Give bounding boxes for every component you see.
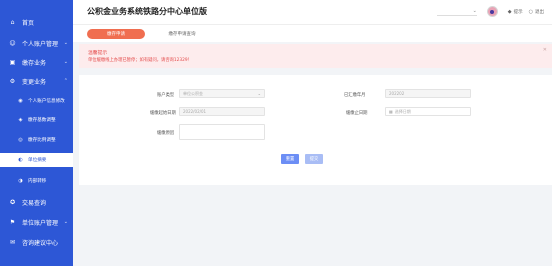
- chevron-down-icon: ⌄: [472, 7, 477, 14]
- sidebar-item-change[interactable]: ⚙ 变更业务 ⌃: [0, 74, 73, 88]
- unit-summary-icon: ◐: [18, 157, 23, 163]
- sidebar-item-ratio-adjust[interactable]: ◎ 缴存比例调整: [0, 134, 73, 146]
- sidebar-item-base-adjust[interactable]: ◈ 缴存基数调整: [0, 114, 73, 126]
- chevron-up-icon: ⌃: [63, 78, 68, 84]
- query-icon: ✪: [9, 198, 16, 206]
- calendar-icon: ▦: [389, 109, 393, 114]
- last-paid-label: 已汇缴年月: [344, 93, 366, 98]
- warning-text: 单位缓缴线上办理已暂停；如有疑问，请咨询12329！: [88, 58, 192, 63]
- sidebar-item-unit-summary[interactable]: ◐ 单位摘要: [0, 153, 73, 167]
- start-date-label: 缓缴起始日期: [150, 111, 176, 116]
- transfer-icon: ◑: [18, 178, 23, 184]
- consult-icon: ✉: [9, 238, 16, 246]
- user-select[interactable]: ⌄: [436, 7, 477, 16]
- last-paid-field: 202202: [385, 89, 471, 98]
- person-edit-icon: ◉: [18, 98, 23, 104]
- base-adjust-icon: ◈: [18, 117, 23, 123]
- sidebar-item-unit-account[interactable]: ⚑ 单位账户管理 ⌄: [0, 215, 73, 229]
- hint-button[interactable]: ◆ 提示: [508, 9, 523, 15]
- warning-alert: 温馨提示 单位缓缴线上办理已暂停；如有疑问，请咨询12329！ ✕: [79, 44, 552, 68]
- bell-icon: ◆: [507, 8, 512, 15]
- user-icon: ☺: [9, 39, 16, 47]
- top-header: 公积金业务系统铁路分中心单位版 ⌄ ◆ 提示 ○ 退出: [73, 0, 552, 24]
- app-title: 公积金业务系统铁路分中心单位版: [87, 7, 207, 16]
- deposit-form: 账户类型 单位公积金 ⌄ 已汇缴年月 202202 缓缴起始日期 2022/02…: [79, 75, 552, 185]
- end-date-label: 缓缴止日期: [346, 111, 368, 116]
- sidebar-item-person-edit[interactable]: ◉ 个人账户信息修改: [0, 95, 73, 107]
- chevron-down-icon: ⌄: [63, 219, 68, 225]
- chevron-down-icon: ⌄: [257, 91, 261, 96]
- account-type-label: 账户类型: [157, 93, 175, 98]
- ratio-adjust-icon: ◎: [18, 137, 23, 143]
- chevron-down-icon: ⌄: [63, 59, 68, 65]
- avatar[interactable]: [486, 6, 498, 17]
- sidebar-item-deposit[interactable]: ▣ 缴存业务 ⌄: [0, 55, 73, 69]
- logout-button[interactable]: ○ 退出: [529, 9, 544, 15]
- warning-title: 温馨提示: [88, 51, 108, 56]
- tab-bar: 缴存申请 缴存申请查询: [73, 24, 552, 42]
- deposit-icon: ▣: [9, 58, 16, 66]
- end-date-picker[interactable]: ▦ 选择日期: [385, 107, 471, 116]
- change-icon: ⚙: [9, 77, 16, 85]
- close-icon[interactable]: ✕: [543, 47, 547, 53]
- sidebar-item-personal-account[interactable]: ☺ 个人账户管理 ⌄: [0, 36, 73, 50]
- submit-button[interactable]: 提交: [305, 154, 323, 164]
- reason-textarea[interactable]: [179, 124, 265, 140]
- power-icon: ○: [528, 8, 533, 15]
- sidebar-item-query[interactable]: ✪ 交易查询: [0, 195, 73, 209]
- chevron-down-icon: ⌄: [63, 40, 68, 46]
- sidebar-item-transfer[interactable]: ◑ 内部转移: [0, 175, 73, 187]
- reset-button[interactable]: 重置: [281, 154, 299, 164]
- sidebar-item-consult[interactable]: ✉ 咨询建议中心: [0, 235, 73, 249]
- start-date-field: 2022/02/01: [179, 107, 265, 116]
- unit-account-icon: ⚑: [9, 218, 16, 226]
- account-type-select[interactable]: 单位公积金 ⌄: [179, 89, 265, 98]
- sidebar: ⌂ 首页 ☺ 个人账户管理 ⌄ ▣ 缴存业务 ⌄ ⚙ 变更业务 ⌃ ◉ 个人账户…: [0, 0, 73, 266]
- header-actions: ⌄ ◆ 提示 ○ 退出: [436, 6, 544, 17]
- home-icon: ⌂: [10, 18, 15, 26]
- tab-deposit-query[interactable]: 缴存申请查询: [153, 29, 211, 39]
- tab-deposit-apply[interactable]: 缴存申请: [87, 29, 145, 39]
- sidebar-item-home[interactable]: ⌂ 首页: [0, 15, 73, 29]
- reason-label: 缓缴原因: [157, 131, 175, 136]
